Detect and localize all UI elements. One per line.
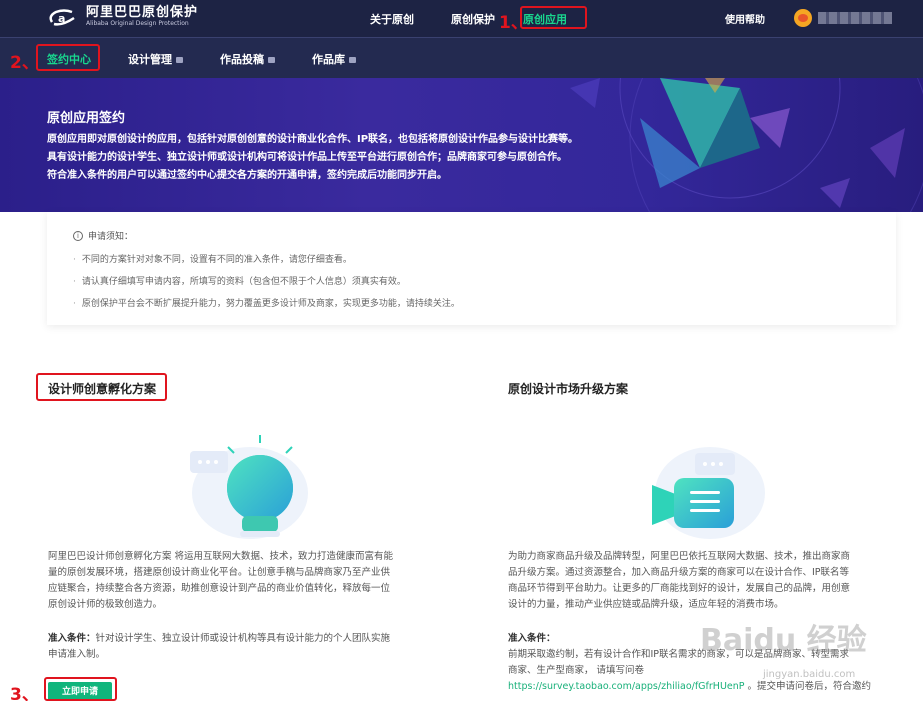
subnav-design-management[interactable]: 设计管理 bbox=[128, 51, 183, 67]
notice-item: 请认真仔细填写申请内容，所填写的资料（包含但不限于个人信息）须真实有效。 bbox=[73, 274, 406, 287]
lightbulb-illustration-icon bbox=[190, 435, 308, 539]
lock-icon bbox=[268, 57, 275, 63]
plan2-title: 原创设计市场升级方案 bbox=[508, 382, 629, 396]
video-camera-illustration-icon bbox=[652, 447, 765, 539]
logo-subtitle: Alibaba Original Design Protection bbox=[86, 20, 189, 27]
subnav-work-submission[interactable]: 作品投稿 bbox=[220, 51, 275, 67]
plan2-desc-line: 品升级方案。通过资源整合，加入商品升级方案的商家可以在设计合作、IP联名等 bbox=[508, 567, 850, 578]
subnav-submission-label: 作品投稿 bbox=[220, 53, 264, 66]
nav-about-label: 关于原创 bbox=[370, 12, 414, 26]
plan1-cond-text: 针对设计学生、独立设计师或设计机构等具有设计能力的个人团队实施 bbox=[95, 633, 391, 644]
avatar[interactable] bbox=[794, 9, 812, 27]
highlight-box-application bbox=[520, 6, 587, 29]
highlight-box-apply-button bbox=[44, 677, 117, 701]
plan2-desc-line: 为助力商家商品升级及品牌转型，阿里巴巴依托互联网大数据、技术，推出商家商 bbox=[508, 551, 851, 562]
notice-item: 不同的方案针对对象不同，设置有不同的准入条件，请您仔细查看。 bbox=[73, 252, 352, 265]
plan1-desc-line: 原创设计师的极致创造力。 bbox=[48, 599, 163, 610]
annotation-mark-1: 1、 bbox=[499, 13, 528, 33]
info-icon: i bbox=[73, 230, 83, 241]
subnav-library-label: 作品库 bbox=[312, 53, 345, 66]
plan1-cond-text-2: 申请准入制。 bbox=[48, 649, 106, 660]
banner-title: 原创应用签约 bbox=[47, 111, 126, 126]
plan1-desc-line: 应链聚合，持续整合各方资源，助推创意设计到产品的商业价值转化，释放每一位 bbox=[48, 583, 391, 594]
notice-heading-text: 申请须知： bbox=[88, 232, 134, 242]
nav-protection-label: 原创保护 bbox=[451, 12, 495, 26]
baidu-watermark-url: jingyan.baidu.com bbox=[763, 669, 856, 680]
alibaba-logo-icon: a bbox=[49, 8, 75, 26]
nav-original-protection[interactable]: 原创保护 bbox=[451, 0, 495, 37]
username-blurred bbox=[818, 12, 892, 24]
svg-text:a: a bbox=[58, 12, 65, 25]
logo-title: 阿里巴巴原创保护 bbox=[86, 5, 199, 20]
plan1-conditions: 准入条件：针对设计学生、独立设计师或设计机构等具有设计能力的个人团队实施 申请准… bbox=[48, 631, 448, 663]
banner-line-2: 具有设计能力的设计学生、独立设计师或设计机构可将设计作品上传至平台进行原创合作；… bbox=[47, 152, 567, 163]
banner-line-3: 符合准入条件的用户可以通过签约中心提交各方案的开通申请，签约完成后功能同步开启。 bbox=[47, 170, 447, 181]
lock-icon bbox=[349, 57, 356, 63]
notice-heading: i 申请须知： bbox=[73, 229, 133, 242]
baidu-watermark: Baidu 经验 bbox=[700, 623, 867, 658]
help-link[interactable]: 使用帮助 bbox=[725, 11, 765, 26]
plan2-desc-line: 商品环节得到平台助力。让更多的厂商能找到好的设计，发展自己的品牌，用创意 bbox=[508, 583, 851, 594]
application-notice-card: i 申请须知： 不同的方案针对对象不同，设置有不同的准入条件，请您仔细查看。 请… bbox=[47, 212, 896, 325]
lock-icon bbox=[176, 57, 183, 63]
highlight-box-plan1-title bbox=[36, 373, 167, 401]
alibaba-logo[interactable]: a 阿里巴巴原创保护 Alibaba Original Design Prote… bbox=[46, 5, 198, 28]
plan1-description: 阿里巴巴设计师创意孵化方案 将运用互联网大数据、技术，致力打造健康而富有能 量的… bbox=[48, 549, 448, 613]
subnav-design-label: 设计管理 bbox=[128, 53, 172, 66]
plan1-desc-line: 量的原创发展环境，搭建原创设计商业化平台。让创意手稿与品牌商家乃至产业供 bbox=[48, 567, 391, 578]
plan2-description: 为助力商家商品升级及品牌转型，阿里巴巴依托互联网大数据、技术，推出商家商 品升级… bbox=[508, 549, 908, 613]
top-bar: a 阿里巴巴原创保护 Alibaba Original Design Prote… bbox=[0, 0, 923, 37]
notice-item: 原创保护平台会不断扩展提升能力，努力覆盖更多设计师及商家，实现更多功能，请持续关… bbox=[73, 296, 460, 309]
survey-link[interactable]: https://survey.taobao.com/apps/zhiliao/f… bbox=[508, 681, 745, 692]
highlight-box-contract-center bbox=[36, 44, 100, 71]
plan2-after-link: 。提交申请问卷后，符合邀约 bbox=[744, 681, 872, 692]
subnav-work-library[interactable]: 作品库 bbox=[312, 51, 356, 67]
nav-about-original[interactable]: 关于原创 bbox=[370, 0, 414, 37]
plan1-desc-line: 阿里巴巴设计师创意孵化方案 将运用互联网大数据、技术，致力打造健康而富有能 bbox=[48, 551, 394, 562]
annotation-mark-3: 3、 bbox=[10, 685, 39, 701]
plan2-desc-line: 设计的力量，推动产业供应链或品牌升级，适应年轻的消费市场。 bbox=[508, 599, 784, 610]
banner-line-1: 原创应用即对原创设计的应用，包括针对原创创意的设计商业化合作、IP联名，也包括将… bbox=[47, 134, 579, 145]
plan1-cond-label: 准入条件： bbox=[48, 633, 96, 644]
hero-banner: 原创应用签约 原创应用即对原创设计的应用，包括针对原创创意的设计商业化合作、IP… bbox=[0, 78, 923, 212]
annotation-mark-2: 2、 bbox=[10, 53, 39, 73]
sub-navigation: 签约中心 设计管理 作品投稿 作品库 bbox=[0, 37, 923, 78]
banner-decoration-graphic bbox=[570, 78, 923, 212]
